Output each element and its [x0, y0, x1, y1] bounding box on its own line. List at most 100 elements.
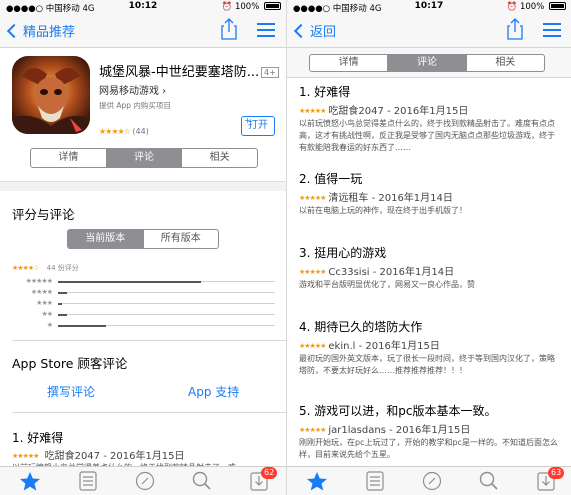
tab-all-versions[interactable]: 所有版本: [142, 230, 219, 248]
back-button[interactable]: 返回: [293, 21, 336, 40]
list-icon[interactable]: [543, 23, 561, 37]
review-meta: ★★★★★ 吃甜食2047 - 2016年1月15日: [299, 102, 468, 117]
review-title: 1. 好难得: [12, 431, 64, 445]
developer-link[interactable]: 网易移动游戏 ›: [99, 82, 166, 97]
tab-reviews[interactable]: 评论: [105, 149, 182, 167]
tab-reviews[interactable]: 评论: [387, 55, 466, 71]
review-meta: ★★★★★ jar1lasdans - 2016年1月15日: [299, 421, 470, 436]
age-rating-badge: 4+: [261, 67, 279, 78]
summary-stars: ★★★★☆: [12, 264, 39, 272]
histogram-stars: ★: [46, 321, 53, 329]
divider: [12, 412, 286, 413]
search-icon[interactable]: [191, 471, 213, 491]
histogram-stars: ★★★★★: [25, 277, 53, 285]
tab-related[interactable]: 相关: [465, 55, 544, 71]
detail-tabs: 详情 评论 相关: [309, 54, 545, 72]
featured-star-icon[interactable]: [19, 471, 41, 491]
review-title: 5. 游戏可以进，和pc版本基本一致。: [299, 404, 497, 418]
review-author-date: jar1lasdans - 2016年1月15日: [328, 425, 471, 436]
tab-details[interactable]: 详情: [310, 55, 387, 71]
review-stars: ★★★★★: [299, 268, 326, 276]
histogram-bar-fill: [58, 280, 202, 283]
alarm-icon: ⏰: [506, 2, 518, 12]
open-button[interactable]: + 打开: [241, 116, 275, 136]
histogram-row: ★★★★: [12, 288, 277, 296]
list-icon[interactable]: [257, 23, 275, 37]
share-icon[interactable]: [507, 18, 523, 40]
detail-tabs: 详情 评论 相关: [30, 148, 258, 168]
tab-details[interactable]: 详情: [31, 149, 106, 167]
charts-list-icon[interactable]: [364, 471, 386, 491]
ratings-heading: 评分与评论: [12, 207, 75, 222]
tab-current-version[interactable]: 当前版本: [68, 230, 143, 248]
app-support-link[interactable]: App 支持: [188, 383, 239, 400]
right-screen: ●●●●○ 中国移动 4G 10:17 ⏰ 100% 返回 详情 评论 相关 1…: [286, 0, 571, 495]
app-rating: ★★★★☆ (44): [99, 127, 149, 136]
histogram-stars: ★★★: [36, 299, 53, 307]
customer-reviews-heading: App Store 顾客评论: [12, 356, 128, 371]
review-author-date: ekin.l - 2016年1月15日: [328, 341, 440, 352]
histogram-bar-fill: [58, 291, 67, 294]
open-plus: +: [244, 116, 251, 125]
battery-percent: 100%: [519, 2, 545, 12]
review-title: 3. 挺用心的游戏: [299, 246, 387, 260]
featured-star-icon[interactable]: [306, 471, 328, 491]
back-label: 返回: [310, 25, 337, 40]
rating-stars: ★★★★☆: [99, 127, 131, 136]
search-icon[interactable]: [478, 471, 500, 491]
review-title: 1. 好难得: [299, 85, 351, 99]
updates-tab[interactable]: 63: [535, 467, 565, 491]
updates-tab[interactable]: 62: [248, 467, 278, 491]
review-body: 最初玩的国外英文版本，玩了很长一段时间，终于等到国内汉化了，策略塔防，不要太好玩…: [299, 354, 555, 375]
review-body: 刚刚开始玩，在pc上玩过了，开始的教学和pc是一样的。不知道后面怎么样，目前来说…: [299, 438, 558, 459]
histogram-row: ★: [12, 321, 277, 329]
nav-bar: 精品推荐: [0, 14, 286, 48]
review-author-date: 吃甜食2047 - 2016年1月15日: [44, 451, 185, 462]
battery-icon: [264, 2, 281, 10]
histogram-bar-fill: [58, 324, 106, 327]
updates-badge: 63: [548, 467, 565, 479]
review-author-date: 清远租车 - 2016年1月14日: [328, 193, 453, 204]
alarm-icon: ⏰: [221, 2, 233, 12]
summary-count: 44 份评分: [46, 264, 79, 272]
review-body: 以前玩愤怒小鸟总觉得差点什么的，终于找到款精品射击了。难度有点点高，这才有挑战性…: [299, 119, 555, 152]
histogram-bar-track: [58, 302, 275, 305]
review-stars: ★★★★★: [299, 194, 326, 202]
battery-indicator: ⏰ 100%: [507, 2, 566, 12]
review-body: 以前在电脑上玩的神作，现在终于出手机版了！: [299, 206, 467, 215]
review-stars: ★★★★★: [299, 426, 326, 434]
battery-indicator: ⏰ 100%: [222, 2, 281, 12]
open-label: 打开: [248, 120, 268, 131]
histogram-bar-fill: [58, 302, 63, 305]
divider: [12, 340, 286, 341]
explore-compass-icon[interactable]: [134, 471, 156, 491]
review-body: 游戏和平台版明显优化了，网易又一良心作品，赞: [299, 280, 475, 289]
review-title: 4. 期待已久的塔防大作: [299, 320, 423, 334]
app-icon: [12, 56, 90, 134]
review-meta: ★★★★★ 清远租车 - 2016年1月14日: [299, 189, 453, 204]
section-separator: [0, 181, 286, 191]
in-app-purchase-note: 提供 App 内购买项目: [99, 101, 171, 110]
version-tabs: 当前版本 所有版本: [67, 229, 219, 249]
review-meta: ★★★★★ ekin.l - 2016年1月15日: [299, 337, 440, 352]
histogram-stars: ★★: [41, 310, 53, 318]
status-bar: ●●●●○ 中国移动 4G 10:12 ⏰ 100%: [0, 0, 286, 14]
histogram-bar-track: [58, 324, 275, 327]
charts-list-icon[interactable]: [77, 471, 99, 491]
histogram-row: ★★: [12, 310, 277, 318]
chevron-left-icon: [6, 23, 22, 38]
tab-related[interactable]: 相关: [181, 149, 257, 167]
review-stars: ★★★★★: [299, 342, 326, 350]
histogram-stars: ★★★★: [30, 288, 53, 296]
histogram-bar-track: [58, 313, 275, 316]
summary-rating: ★★★★☆ 44 份评分: [12, 263, 79, 273]
rating-count: (44): [132, 127, 149, 136]
share-icon[interactable]: [221, 18, 237, 40]
histogram-row: ★★★★★: [12, 277, 277, 285]
back-button[interactable]: 精品推荐: [6, 21, 75, 40]
battery-percent: 100%: [234, 2, 260, 12]
battery-icon: [549, 2, 566, 10]
write-review-link[interactable]: 撰写评论: [47, 383, 95, 400]
explore-compass-icon[interactable]: [421, 471, 443, 491]
review-stars: ★★★★★: [12, 452, 39, 460]
